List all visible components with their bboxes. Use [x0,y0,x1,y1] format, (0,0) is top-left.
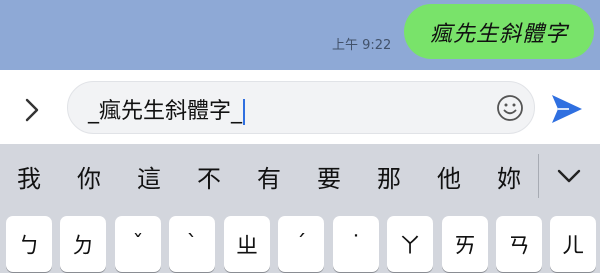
message-input[interactable]: _瘋先生斜體字_ [67,81,535,134]
text-caret [243,99,246,125]
key-bopomofo[interactable]: ˇ [115,216,161,272]
key-bopomofo[interactable]: ㄉ [60,216,106,272]
chevron-down-icon [557,169,581,183]
candidate-item[interactable]: 這 [129,159,169,194]
candidate-item[interactable]: 我 [9,159,49,194]
key-bopomofo[interactable]: ˊ [278,216,324,272]
key-bopomofo[interactable]: ㄅ [6,216,52,272]
candidate-expand-button[interactable] [552,163,586,189]
candidate-item[interactable]: 要 [309,159,349,194]
keyboard: 我 你 這 不 有 要 那 他 妳 ㄅ ㄉ ˇ ˋ ㄓ ˊ ˙ ㄚ ㄞ ㄢ ㄦ [0,144,600,273]
sent-message-bubble[interactable]: 瘋先生斜體字 [404,4,594,59]
message-input-text[interactable]: _瘋先生斜體字_ [88,93,246,125]
chat-area: 上午 9:22 瘋先生斜體字 [0,0,600,70]
message-composer: _瘋先生斜體字_ [0,70,600,145]
emoji-button[interactable] [495,93,525,123]
candidate-item[interactable]: 不 [189,159,229,194]
candidate-divider [538,154,539,198]
key-bopomofo[interactable]: ˋ [169,216,215,272]
key-bopomofo[interactable]: ㄞ [442,216,488,272]
candidate-bar: 我 你 這 不 有 要 那 他 妳 [0,144,600,207]
candidate-item[interactable]: 你 [69,159,109,194]
message-text: 瘋先生斜體字 [429,21,568,47]
chevron-right-icon [25,98,39,122]
candidate-item[interactable]: 他 [429,159,469,194]
key-bopomofo[interactable]: ˙ [333,216,379,272]
send-arrow-icon [552,95,582,123]
key-bopomofo[interactable]: ㄓ [224,216,270,272]
key-bopomofo[interactable]: ㄦ [550,216,596,272]
key-bopomofo[interactable]: ㄚ [387,216,433,272]
candidate-item[interactable]: 那 [369,159,409,194]
candidate-item[interactable]: 有 [249,159,289,194]
candidate-item[interactable]: 妳 [489,159,529,194]
smiley-icon [497,95,523,121]
expand-button[interactable] [14,92,50,128]
message-timestamp: 上午 9:22 [332,38,392,53]
key-bopomofo[interactable]: ㄢ [496,216,542,272]
send-button[interactable] [549,92,585,126]
